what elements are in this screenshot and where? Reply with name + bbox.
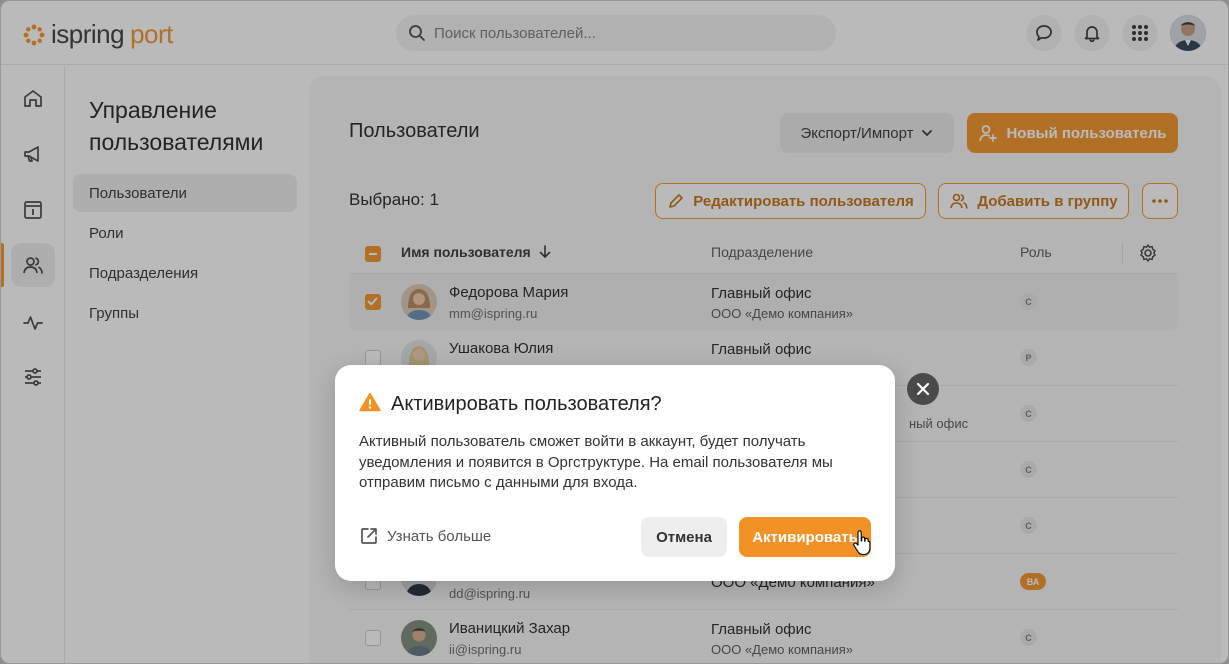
- external-link-icon: [361, 528, 377, 544]
- cancel-button[interactable]: Отмена: [641, 517, 727, 557]
- hand-cursor-icon: [853, 530, 871, 556]
- dialog-body: Активный пользователь сможет войти в акк…: [359, 433, 833, 491]
- close-dialog-button[interactable]: [907, 373, 939, 405]
- warning-icon: [359, 392, 381, 412]
- dialog-title: Активировать пользователя?: [391, 393, 662, 415]
- activate-user-dialog: Активировать пользователя? Активный поль…: [335, 365, 895, 581]
- close-icon: [916, 382, 930, 396]
- learn-more-link[interactable]: Узнать больше: [359, 526, 491, 546]
- learn-more-label: Узнать больше: [387, 527, 492, 545]
